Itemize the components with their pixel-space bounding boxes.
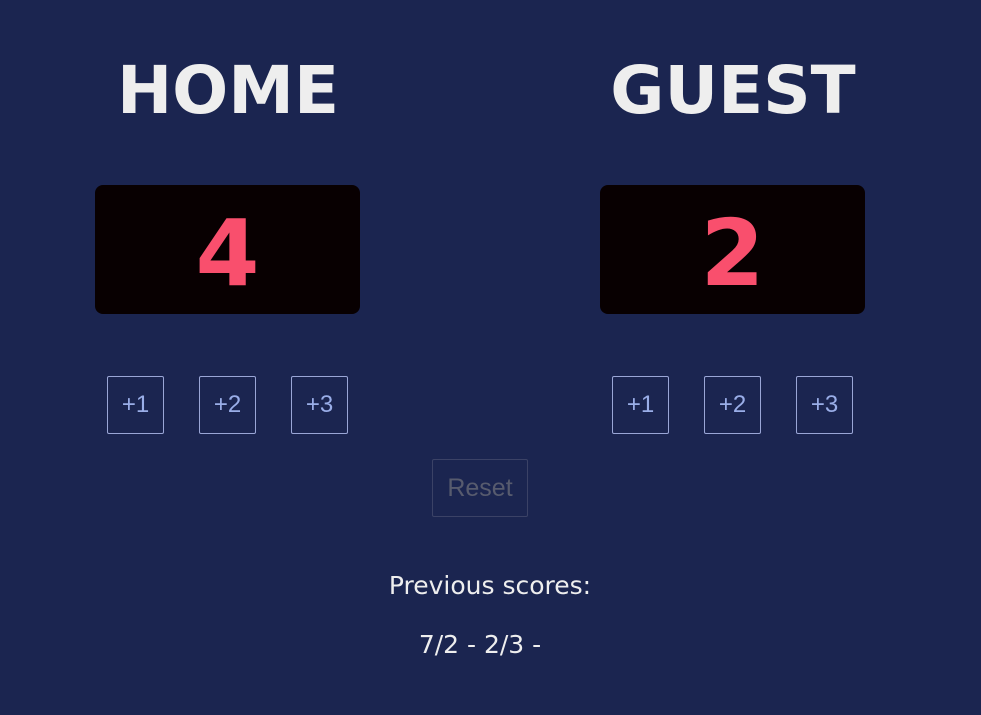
reset-button[interactable]: Reset — [432, 459, 528, 517]
home-title: HOME — [116, 52, 340, 129]
home-add-2-button[interactable]: +2 — [199, 376, 256, 434]
guest-title: GUEST — [610, 52, 856, 129]
home-button-row: +1 +2 +3 — [107, 376, 349, 434]
home-score-display: 4 — [95, 185, 360, 314]
guest-add-1-button[interactable]: +1 — [612, 376, 669, 434]
previous-scores-list: 7/2 - 2/3 - — [418, 630, 542, 659]
home-panel: HOME 4 +1 +2 +3 — [95, 0, 361, 440]
guest-add-2-button[interactable]: +2 — [704, 376, 761, 434]
guest-score-display: 2 — [600, 185, 865, 314]
home-score-value: 4 — [195, 199, 260, 307]
guest-add-3-button[interactable]: +3 — [796, 376, 853, 434]
guest-button-row: +1 +2 +3 — [612, 376, 854, 434]
guest-panel: GUEST 2 +1 +2 +3 — [600, 0, 866, 440]
home-add-3-button[interactable]: +3 — [291, 376, 348, 434]
home-add-1-button[interactable]: +1 — [107, 376, 164, 434]
guest-score-value: 2 — [700, 199, 765, 307]
previous-scores-label: Previous scores: — [388, 571, 592, 600]
